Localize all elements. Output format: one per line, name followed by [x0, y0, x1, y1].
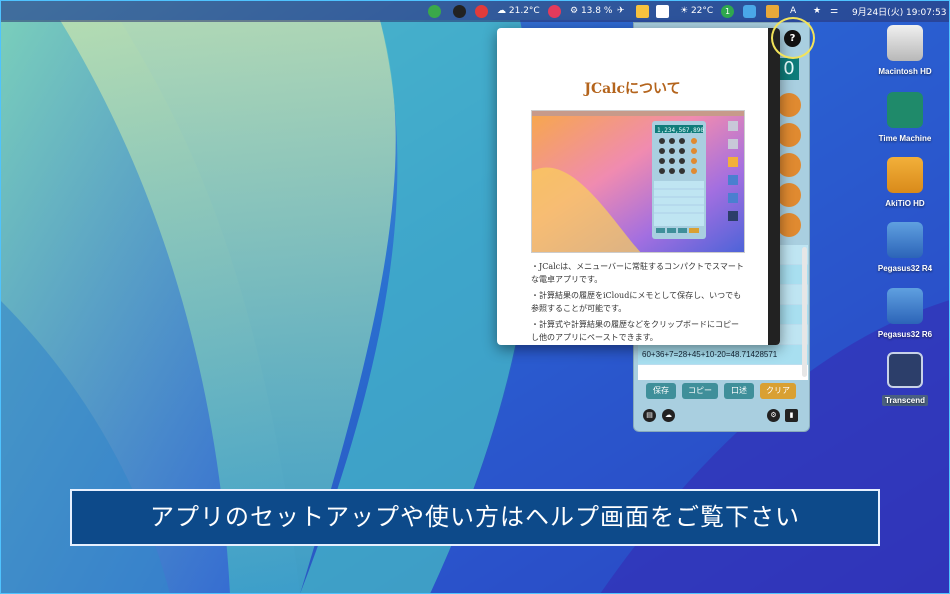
link-icon[interactable] — [548, 3, 561, 19]
desktop-icon-akitio-hd[interactable]: AkiTiO HD — [865, 157, 945, 208]
help-window: JCalcについて 1,234,567,890 ・JCalcは、メニューバーに常… — [497, 28, 780, 345]
app-status-icon[interactable] — [428, 3, 441, 19]
help-screenshot: 1,234,567,890 — [531, 110, 745, 253]
panel-toggle-icon[interactable]: ▮ — [785, 409, 798, 422]
calendar-icon[interactable] — [656, 3, 669, 19]
owl-icon[interactable] — [453, 3, 466, 19]
app-store-icon[interactable] — [743, 3, 756, 19]
airplane-icon[interactable]: ✈ — [617, 3, 625, 19]
calc-equals-button[interactable] — [777, 213, 801, 237]
help-title: JCalcについて — [584, 81, 681, 97]
color-app-icon[interactable] — [636, 3, 649, 19]
time-machine-icon — [887, 92, 923, 128]
raid-drive-icon — [887, 288, 923, 324]
help-screenshot-image: 1,234,567,890 — [532, 111, 744, 252]
help-window-side-bar — [768, 28, 780, 345]
help-text-line: ・計算式や計算結果の履歴などをクリップボードにコピー — [531, 320, 739, 329]
calc-operator-button[interactable] — [777, 93, 801, 117]
ab-icon[interactable] — [475, 3, 488, 19]
weather-cloud-icon[interactable]: ☁ 21.2°C — [497, 3, 540, 19]
cpu-usage[interactable]: ⚙ 13.8 % — [570, 3, 612, 19]
help-text-line: ・計算結果の履歴をiCloudにメモとして保存し、いつでも — [531, 291, 742, 300]
document-icon[interactable]: ▤ — [643, 409, 656, 422]
cpu-percent: 13.8 % — [580, 6, 613, 16]
star-icon[interactable]: ★ — [813, 3, 821, 19]
desktop-icon-macintosh-hd[interactable]: Macintosh HD — [865, 25, 945, 76]
trash-icon[interactable] — [766, 3, 779, 19]
temperature-value: 22°C — [690, 6, 714, 16]
green-badge-icon[interactable]: 1 — [721, 3, 734, 19]
help-text-line: し他のアプリにペーストできます。 — [531, 333, 658, 342]
desktop-icon-label: Time Machine — [878, 134, 932, 143]
desktop-icon-label: Macintosh HD — [878, 67, 932, 76]
history-row[interactable]: 60+36+7=28+45+10-20=48.71428571 — [638, 345, 808, 365]
calc-operator-button[interactable] — [777, 183, 801, 207]
dictate-button[interactable]: 口述 — [724, 383, 754, 399]
desktop-icon-time-machine[interactable]: Time Machine — [865, 92, 945, 143]
harddrive-icon — [887, 25, 923, 61]
copy-button[interactable]: コピー — [682, 383, 718, 399]
help-screenshot-display: 1,234,567,890 — [657, 127, 704, 134]
calc-display: 0 — [779, 58, 799, 80]
desktop-icon-label: AkiTiO HD — [885, 199, 925, 208]
desktop-icon-label: Pegasus32 R4 — [877, 264, 933, 273]
desktop-icon-label: Pegasus32 R6 — [877, 330, 933, 339]
weather-temperature: 21.2°C — [508, 6, 540, 16]
history-scrollbar[interactable] — [802, 247, 807, 377]
gear-icon[interactable]: ⚙ — [767, 409, 780, 422]
caption-banner: アプリのセットアップや使い方はヘルプ画面をご覧下さい — [70, 489, 880, 546]
help-text-line: 参照することが可能です。 — [531, 304, 627, 313]
icloud-icon[interactable]: ☁ — [662, 409, 675, 422]
help-text-line: な電卓アプリです。 — [531, 275, 603, 284]
help-button-highlight-circle — [771, 17, 815, 59]
calc-operator-button[interactable] — [777, 153, 801, 177]
calc-operator-button[interactable] — [777, 123, 801, 147]
temperature-readout[interactable]: ☀ 22°C — [680, 3, 713, 19]
desktop-icon-transcend[interactable]: Transcend — [865, 352, 945, 407]
desktop-icon-pegasus32-r6[interactable]: Pegasus32 R6 — [865, 288, 945, 339]
desktop-icon-pegasus32-r4[interactable]: Pegasus32 R4 — [865, 222, 945, 273]
menu-bar: ☁ 21.2°C ⚙ 13.8 % ✈ ☀ 22°C 1 A ★ ⚌ 9月24日… — [0, 0, 950, 22]
desktop-icon-label: Transcend — [881, 395, 928, 406]
menubar-clock[interactable]: 9月24日(火) 19:07:53 — [852, 3, 946, 19]
transcend-drive-icon — [887, 352, 923, 388]
help-text-line: ・JCalcは、メニューバーに常駐するコンパクトでスマート — [531, 262, 744, 271]
external-drive-icon — [887, 157, 923, 193]
clear-button[interactable]: クリア — [760, 383, 796, 399]
raid-drive-icon — [887, 222, 923, 258]
save-button[interactable]: 保存 — [646, 383, 676, 399]
control-center-icon[interactable]: ⚌ — [830, 3, 838, 19]
